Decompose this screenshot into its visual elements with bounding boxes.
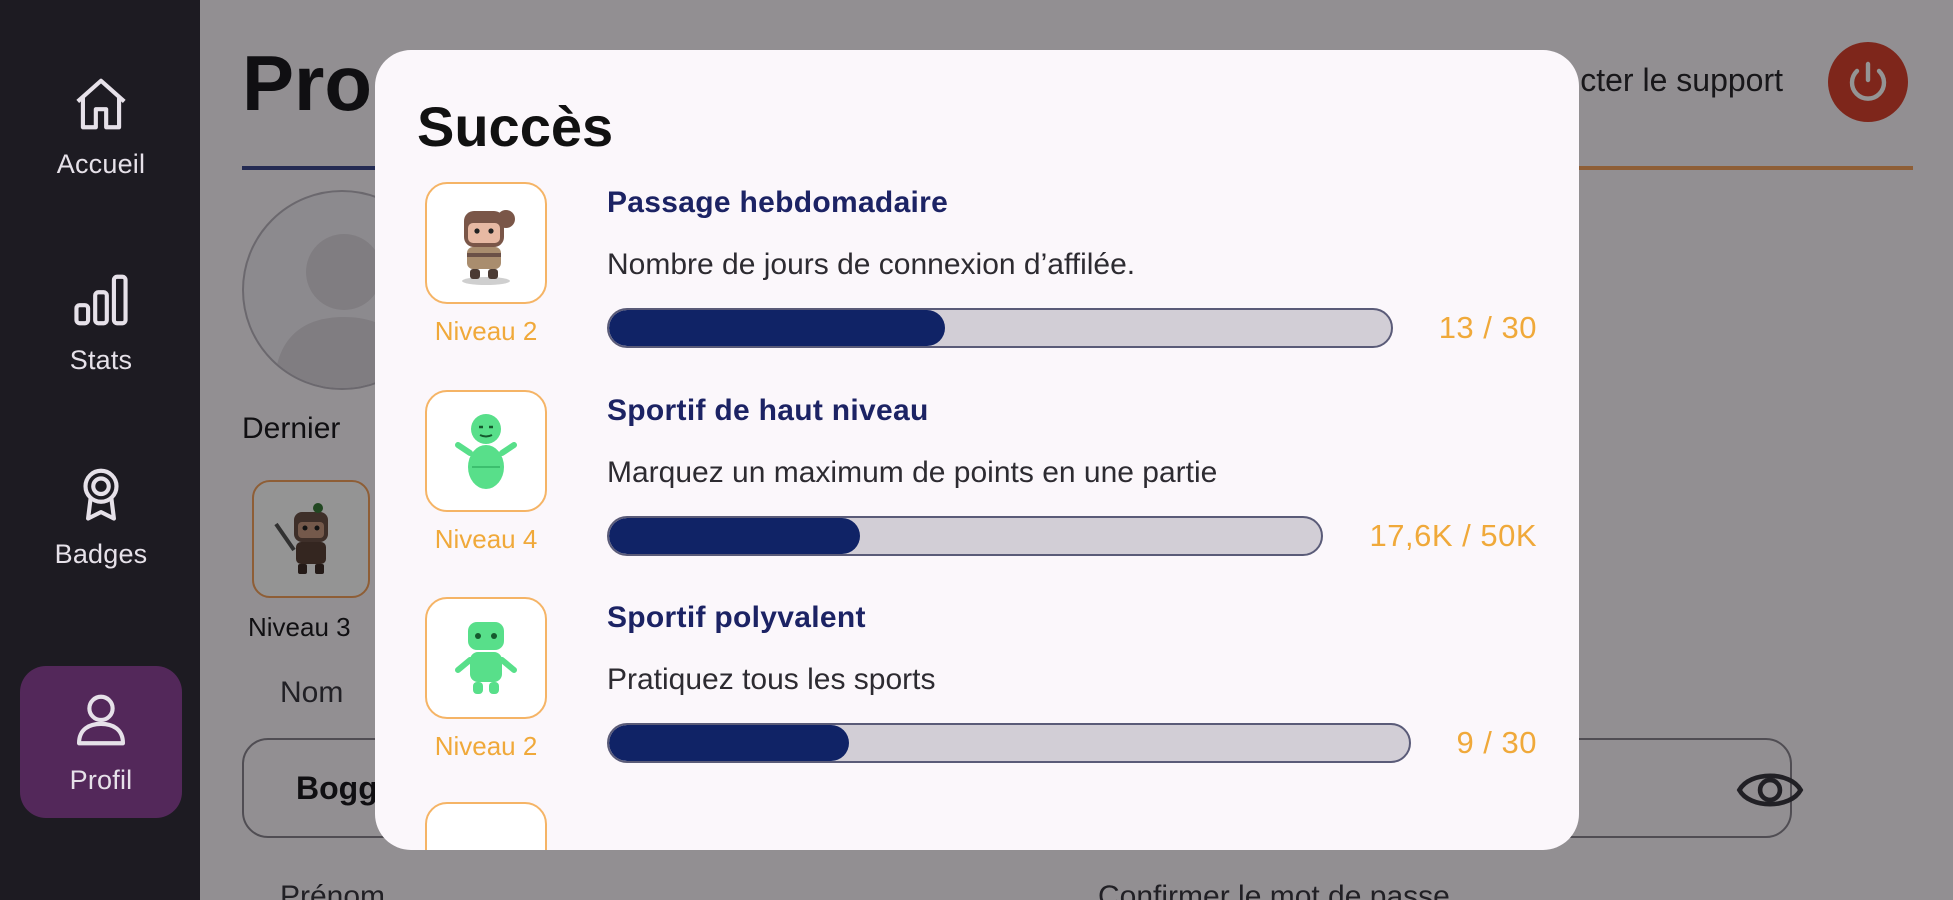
achievement-icon-box xyxy=(425,597,547,719)
achievement-icon-box xyxy=(425,802,547,850)
achievement-level: Niveau 2 xyxy=(434,731,538,761)
achievement-description: Marquez un maximum de points en une part… xyxy=(607,456,1218,489)
sidebar-item-label: Profil xyxy=(69,764,133,795)
achievement-level: Niveau 4 xyxy=(434,524,538,554)
achievement-title: Passage hebdomadaire xyxy=(607,186,949,219)
sidebar-item-label: Stats xyxy=(69,344,133,375)
achievement-icon-box xyxy=(425,182,547,304)
home-icon xyxy=(76,78,126,129)
achievement-title: Sportif de haut niveau xyxy=(607,394,929,427)
achievement-icon-box xyxy=(425,390,547,512)
achievements-dialog: Succès Niveau 2 Passage hebdomadaire Nom… xyxy=(375,50,1579,850)
achievement-progress-text: 17,6K / 50K xyxy=(1369,518,1537,553)
sidebar-item-label: Accueil xyxy=(56,148,146,179)
sidebar-item-label: Badges xyxy=(54,538,148,569)
achievement-progress-text: 13 / 30 xyxy=(1438,310,1537,345)
achievement-description: Pratiquez tous les sports xyxy=(607,663,936,696)
achievement-progress-fill xyxy=(609,310,946,346)
achievement-progress-fill xyxy=(609,725,849,761)
sidebar-item-accueil[interactable]: Accueil xyxy=(20,50,182,202)
achievement-item: Niveau 4 Sportif de haut niveau Marquez … xyxy=(375,390,1579,595)
profile-icon xyxy=(76,694,126,745)
achievement-item: Niveau 2 Passage hebdomadaire Nombre de … xyxy=(375,182,1579,387)
stats-icon xyxy=(74,274,128,325)
hero-character-icon xyxy=(462,210,515,285)
sidebar-item-badges[interactable]: Badges xyxy=(20,440,182,592)
achievement-progress-bar xyxy=(607,516,1323,556)
green-robot-icon xyxy=(455,414,517,489)
achievement-item: Niveau 2 Sportif polyvalent Pratiquez to… xyxy=(375,597,1579,802)
achievement-progress-fill xyxy=(609,518,860,554)
dialog-title: Succès xyxy=(417,95,614,158)
achievement-title: Sportif polyvalent xyxy=(607,601,866,634)
achievement-progress-text: 9 / 30 xyxy=(1456,725,1537,760)
sidebar-item-stats[interactable]: Stats xyxy=(20,246,182,398)
green-android-icon xyxy=(455,622,517,694)
achievement-level: Niveau 2 xyxy=(434,316,538,346)
sidebar: Accueil Stats Badges Profil xyxy=(0,0,200,900)
badge-icon xyxy=(83,468,119,521)
achievement-progress-bar xyxy=(607,723,1411,763)
sidebar-item-profil[interactable]: Profil xyxy=(20,666,182,818)
achievement-description: Nombre de jours de connexion d’affilée. xyxy=(607,248,1136,281)
app-root: Accueil Stats Badges Profil Pro cter le … xyxy=(0,0,1953,900)
achievement-progress-bar xyxy=(607,308,1393,348)
